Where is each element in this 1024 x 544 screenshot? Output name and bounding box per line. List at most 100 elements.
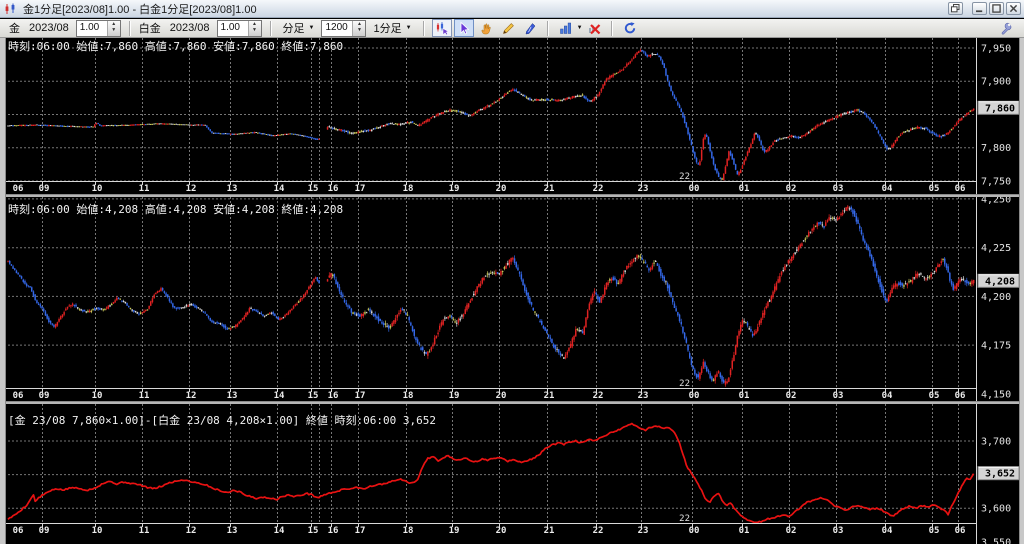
bars-count-value[interactable]: 1200 [322,21,352,36]
indicator-delete-button[interactable] [584,19,604,37]
platinum-multiplier-buttons[interactable]: ▲ ▼ [247,20,261,36]
svg-text:21: 21 [544,391,555,401]
svg-text:12: 12 [186,526,197,536]
hand-icon [481,23,491,35]
charts-background [0,38,1024,544]
svg-text:14: 14 [274,184,285,194]
svg-text:7,750: 7,750 [981,177,1011,188]
svg-text:09: 09 [39,391,50,401]
candlestick-cursor-icon [436,22,449,35]
gold-platinum-spread-current-price: 3,652 [977,466,1020,481]
close-icon [1009,4,1018,13]
svg-text:23: 23 [638,391,649,401]
platinum-multiplier-value[interactable]: 1.00 [218,21,248,36]
svg-text:7,950: 7,950 [981,44,1011,55]
float-window-button[interactable] [948,2,963,15]
svg-text:20: 20 [496,526,507,536]
svg-text:7,900: 7,900 [981,77,1011,88]
svg-text:01: 01 [739,391,750,401]
svg-text:02: 02 [786,526,797,536]
svg-text:18: 18 [403,526,414,536]
pencil-tool-button[interactable] [498,19,518,37]
svg-text:17: 17 [355,184,366,194]
svg-text:16: 16 [328,184,339,194]
charts-area[interactable]: 06 09 10 11 12 13 14 15 16 17 18 19 20 21 22 23 00 01 02 03… [0,38,1024,544]
bars-count-buttons[interactable]: ▲ ▼ [352,20,366,36]
maximize-button[interactable] [989,2,1004,15]
panel-separator [0,194,1024,197]
svg-text:00: 00 [689,184,700,194]
period-type-value: 分足 [282,23,305,35]
svg-text:12: 12 [186,391,197,401]
svg-text:17: 17 [355,526,366,536]
date-change-label: 22 [679,514,690,524]
toolbar-separator [128,20,131,36]
candlestick-cursor-tool-button[interactable] [431,19,452,37]
platinum-1min-info: 時刻:06:00 始値:4,208 高値:4,208 安値:4,208 終値:4… [8,202,343,216]
svg-text:3,652: 3,652 [985,469,1015,480]
svg-text:4,175: 4,175 [981,341,1011,352]
svg-text:19: 19 [449,391,460,401]
svg-text:10: 10 [92,184,103,194]
svg-text:22: 22 [593,184,604,194]
svg-text:12: 12 [186,184,197,194]
svg-text:19: 19 [449,184,460,194]
gold-month-select[interactable]: 2023/08 [29,22,69,34]
spin-down-icon[interactable]: ▼ [353,27,365,34]
titlebar[interactable]: 金1分足[2023/08]1.00 - 白金1分足[2023/08]1.00 [0,0,1024,18]
svg-text:09: 09 [39,184,50,194]
gold-label: 金 [9,23,20,35]
bars-count-spinner[interactable]: 1200 ▲ ▼ [321,19,367,37]
svg-text:10: 10 [92,526,103,536]
settings-wrench-button[interactable] [996,19,1016,37]
svg-text:03: 03 [833,391,844,401]
date-change-label: 22 [679,379,690,389]
svg-text:13: 13 [227,184,238,194]
spin-down-icon[interactable]: ▼ [249,27,261,34]
window-left-border [0,38,6,544]
minimize-button[interactable] [972,2,987,15]
gold-multiplier-spinner[interactable]: 1.00 ▲ ▼ [75,19,121,37]
interval-dropdown[interactable]: 1分足 ▼ [373,20,411,36]
svg-text:14: 14 [274,391,285,401]
platinum-label: 白金 [138,23,161,35]
chevron-down-icon[interactable]: ▼ [577,25,583,31]
gold-multiplier-value[interactable]: 1.00 [77,21,107,36]
app-icon [4,3,18,15]
pen-icon [525,23,535,35]
svg-text:09: 09 [39,526,50,536]
svg-text:05: 05 [929,391,940,401]
spin-down-icon[interactable]: ▼ [108,27,120,34]
toolbar-separator [610,20,613,36]
svg-text:01: 01 [739,184,750,194]
svg-text:23: 23 [638,526,649,536]
svg-text:18: 18 [403,184,414,194]
svg-text:04: 04 [882,391,893,401]
interval-value: 1分足 [373,23,402,35]
svg-text:04: 04 [882,184,893,194]
svg-text:23: 23 [638,184,649,194]
close-button[interactable] [1006,2,1021,15]
svg-text:11: 11 [139,526,150,536]
svg-text:03: 03 [833,184,844,194]
toolbar-separator [546,20,549,36]
charts-svg[interactable]: 06 09 10 11 12 13 14 15 16 17 18 19 20 21 22 23 00 01 02 03… [0,38,1024,544]
platinum-month-select[interactable]: 2023/08 [170,22,210,34]
svg-text:4,200: 4,200 [981,292,1011,303]
svg-text:16: 16 [328,526,339,536]
cursor-tool-button[interactable] [453,19,474,37]
hand-tool-button[interactable] [476,19,496,37]
pen-tool-button[interactable] [520,19,540,37]
gold-multiplier-buttons[interactable]: ▲ ▼ [106,20,120,36]
svg-text:3,550: 3,550 [981,537,1011,544]
indicator-chart-button[interactable] [556,19,576,37]
svg-text:13: 13 [227,526,238,536]
pencil-icon [502,23,514,34]
period-type-dropdown[interactable]: 分足 ▼ [283,20,315,36]
svg-text:02: 02 [786,184,797,194]
refresh-button[interactable] [620,19,640,37]
svg-text:06: 06 [13,526,24,536]
platinum-multiplier-spinner[interactable]: 1.00 ▲ ▼ [216,19,262,37]
toolbar-separator [269,20,272,36]
svg-text:06: 06 [955,184,966,194]
